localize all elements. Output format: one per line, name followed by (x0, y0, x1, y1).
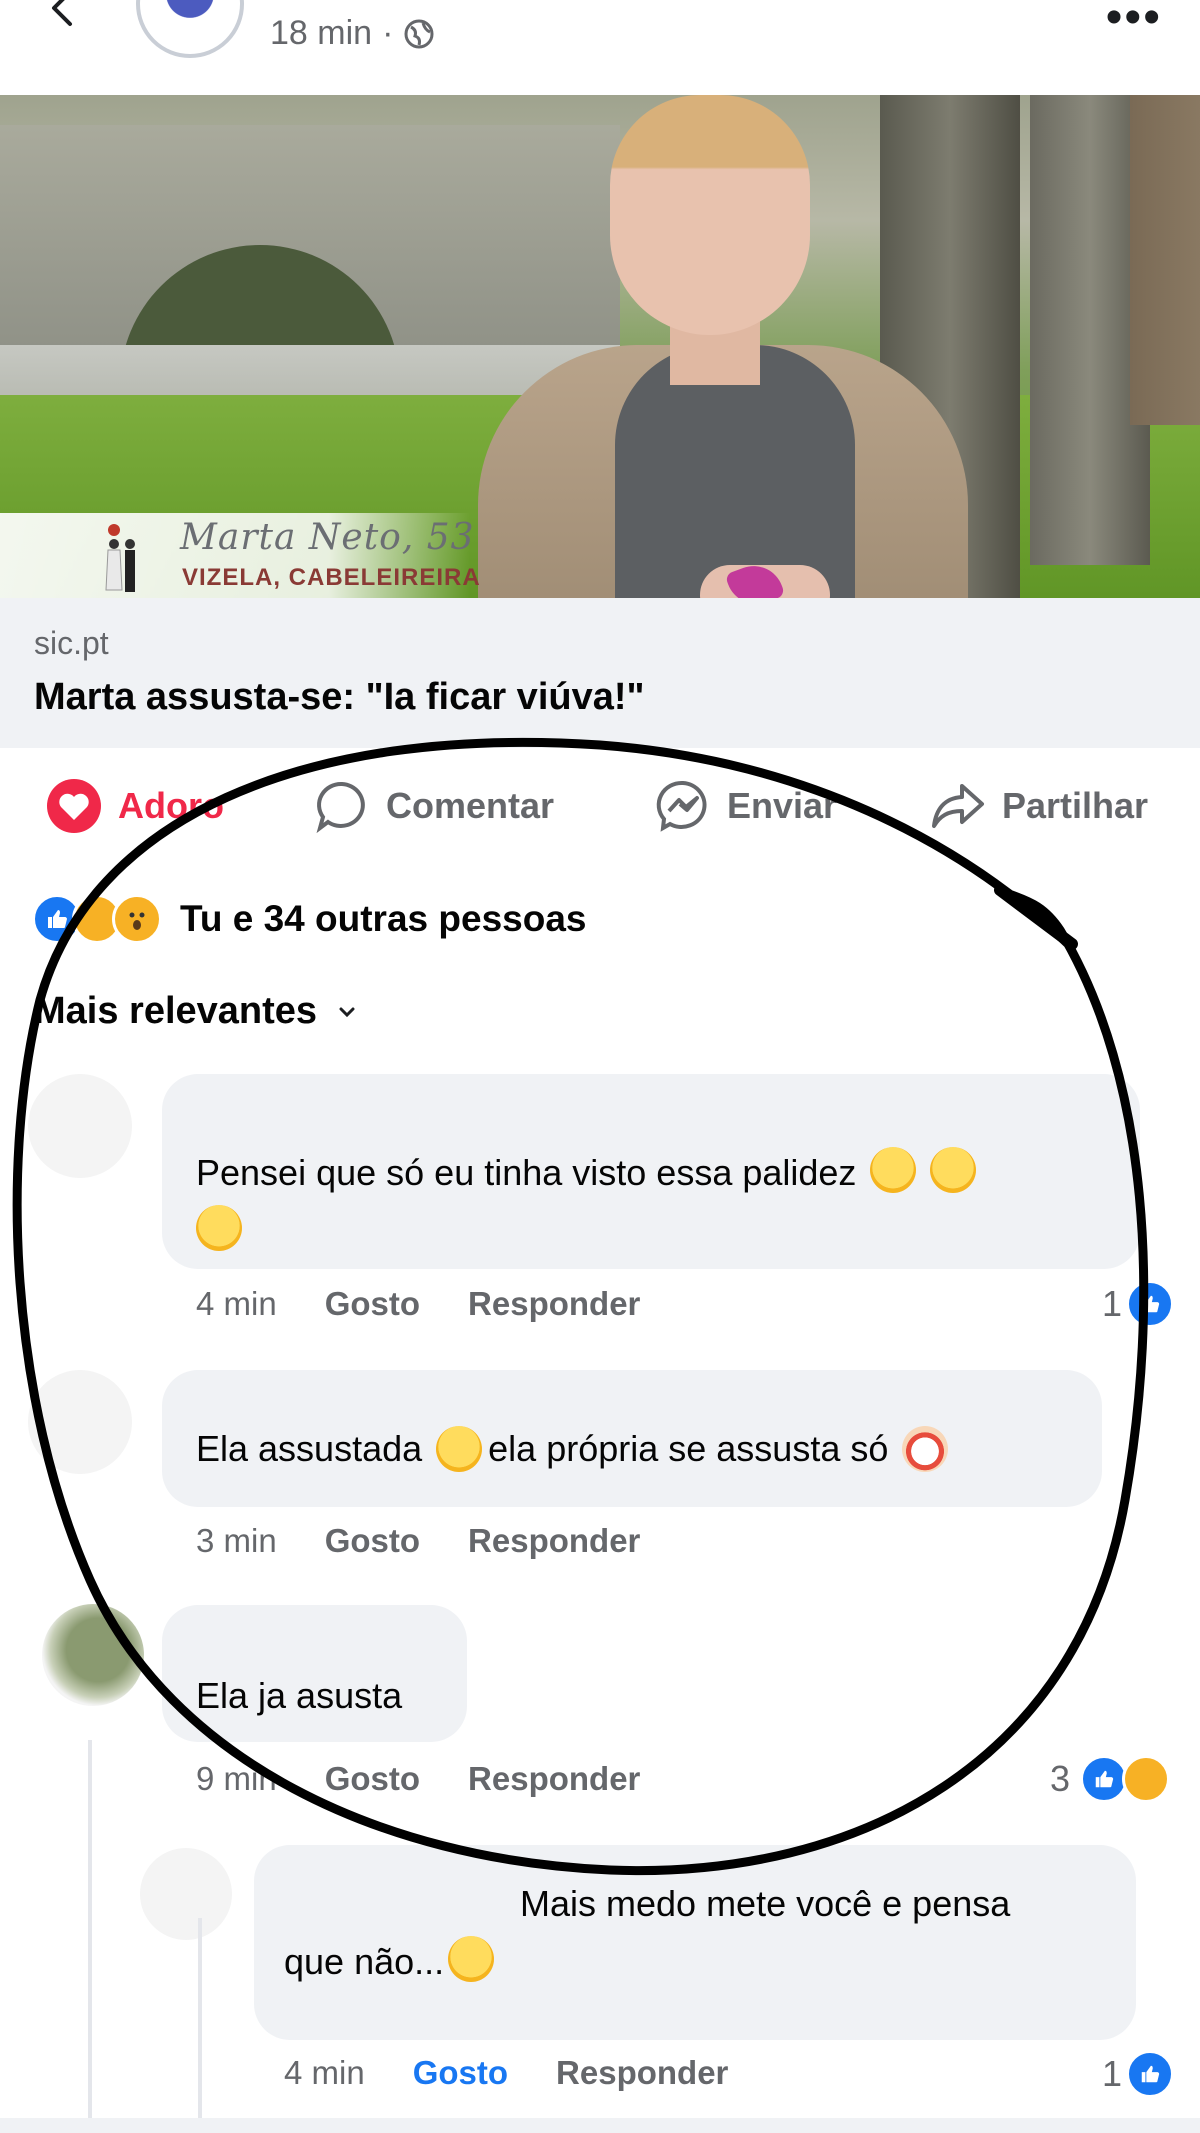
commenter-avatar[interactable] (28, 1074, 132, 1178)
comment-bubble-icon (316, 781, 365, 834)
send-button[interactable]: Enviar (655, 778, 837, 834)
comment-like-button[interactable]: Gosto (325, 1285, 420, 1323)
thread-line (88, 1740, 92, 2133)
reply-time: 4 min (284, 2054, 365, 2091)
bottom-divider (0, 2118, 1200, 2133)
share-arrow-icon (932, 784, 984, 828)
more-options-icon[interactable]: ••• (1106, 0, 1162, 45)
reply-avatar[interactable] (140, 1848, 232, 1940)
reactions-summary[interactable]: Tu e 34 outras pessoas (32, 894, 586, 944)
chevron-down-icon (339, 1007, 355, 1017)
comment-bubble[interactable]: Pensei que só eu tinha visto essa palide… (162, 1074, 1140, 1269)
haha-reaction-icon (1122, 1755, 1171, 1803)
meta-separator: · (382, 14, 394, 52)
tree-trunk (1130, 95, 1200, 425)
reply-like-button[interactable]: Gosto (413, 2054, 508, 2092)
link-preview-image[interactable]: Marta Neto, 53 VIZELA, CABELEIREIRA (0, 95, 1200, 598)
reply-text: Mais medo mete você e pensa (520, 1883, 1011, 1924)
comment-sort-dropdown[interactable]: Mais relevantes (34, 990, 359, 1033)
share-label: Partilhar (1002, 785, 1149, 826)
overlay-name: Marta Neto, 53 (180, 517, 475, 558)
tears-of-joy-emoji (448, 1936, 495, 1982)
comment-like-button[interactable]: Gosto (325, 1760, 420, 1798)
share-button[interactable]: Partilhar (930, 778, 1148, 834)
comment-meta: 9 min Gosto Responder (196, 1760, 640, 1798)
like-reaction-icon (1126, 2050, 1175, 2098)
person-head (610, 95, 810, 335)
comment-text: Ela assustada (196, 1427, 423, 1469)
clown-face-emoji (902, 1425, 949, 1472)
send-label: Enviar (727, 785, 838, 826)
grimacing-face-emoji (196, 1205, 242, 1251)
like-reaction-icon (1080, 1755, 1129, 1803)
reply-text-continued: que não... (284, 1941, 445, 1982)
comment-like-button[interactable]: Gosto (325, 1522, 420, 1560)
comment-bubble[interactable]: Ela assustada ela própria se assusta só (162, 1370, 1102, 1507)
love-button[interactable]: Adoro (46, 778, 224, 834)
reply-reaction-count[interactable]: 1 (1102, 2050, 1175, 2098)
comment-label: Comentar (386, 785, 555, 826)
messenger-icon (656, 780, 707, 832)
reaction-count: 3 (1050, 1758, 1071, 1799)
back-arrow-icon[interactable] (44, 0, 84, 30)
sort-label: Mais relevantes (34, 990, 318, 1032)
comment-time: 9 min (196, 1760, 277, 1797)
wow-reaction-icon (112, 894, 162, 944)
reply-reply-button[interactable]: Responder (556, 2054, 728, 2092)
comment-reply-button[interactable]: Responder (468, 1522, 640, 1560)
comment-text: Pensei que só eu tinha visto essa palide… (196, 1152, 857, 1193)
globe-icon (404, 19, 434, 48)
reactions-text: Tu e 34 outras pessoas (180, 898, 587, 939)
comment-text-continued: ela própria se assusta só (488, 1427, 889, 1469)
overlay-subtitle: VIZELA, CABELEIREIRA (182, 564, 481, 591)
link-info-box[interactable] (0, 598, 1200, 748)
comment-time: 3 min (196, 1522, 277, 1559)
commenter-avatar[interactable] (42, 1604, 144, 1706)
thread-line (198, 1918, 202, 2133)
page-avatar[interactable] (136, 0, 244, 58)
reply-bubble[interactable]: Mais medo mete você e pensa que não... (254, 1845, 1136, 2040)
post-time: 18 min (270, 14, 373, 52)
comment-bubble[interactable]: Ela ja asusta (162, 1605, 467, 1742)
reply-text-line2: que não... (284, 1933, 1100, 1991)
rolling-laughing-emoji (436, 1425, 483, 1472)
comment-reply-button[interactable]: Responder (468, 1285, 640, 1323)
comment-button[interactable]: Comentar (314, 778, 554, 834)
comment-reply-button[interactable]: Responder (468, 1760, 640, 1798)
link-title[interactable]: Marta assusta-se: "Ia ficar viúva!" (34, 676, 645, 719)
heart-icon (47, 779, 101, 833)
comment-text: Ela ja asusta (196, 1675, 403, 1716)
peeking-face-emoji (930, 1147, 977, 1193)
wedding-couple-icon (105, 524, 135, 592)
comment-time: 4 min (196, 1285, 277, 1322)
comment-meta: 4 min Gosto Responder (196, 1285, 640, 1323)
comment-reaction-count[interactable]: 3 (1050, 1755, 1171, 1803)
comment-reaction-count[interactable]: 1 (1102, 1280, 1175, 1328)
link-domain: sic.pt (34, 625, 109, 661)
reaction-count: 1 (1102, 1283, 1123, 1324)
screaming-face-emoji (870, 1147, 917, 1193)
like-reaction-icon (1126, 1280, 1175, 1328)
love-label: Adoro (118, 785, 224, 826)
commenter-avatar[interactable] (28, 1370, 132, 1474)
post-meta: 18 min · (270, 14, 435, 53)
reaction-count: 1 (1102, 2053, 1123, 2094)
reply-meta: 4 min Gosto Responder (284, 2054, 728, 2092)
comment-meta: 3 min Gosto Responder (196, 1522, 640, 1560)
